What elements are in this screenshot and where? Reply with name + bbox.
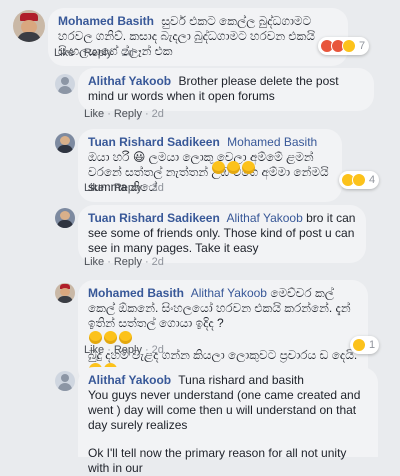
- comment-bubble: Tuan Rishard Sadikeen Alithaf Yakoob bro…: [78, 205, 366, 263]
- separator: ·: [107, 108, 111, 120]
- timestamp[interactable]: 2d: [152, 344, 164, 356]
- comment-actions: Like · Reply · 2d: [54, 47, 134, 59]
- timestamp[interactable]: 2d: [152, 182, 164, 194]
- laughing-emoji-icon: [119, 331, 132, 344]
- separator: ·: [144, 182, 149, 194]
- separator: ·: [114, 47, 119, 59]
- reaction-count: 7: [359, 40, 366, 52]
- inline-emoji-group: [211, 161, 256, 175]
- haha-reaction-icon: [352, 173, 366, 187]
- reply-link[interactable]: Reply: [114, 182, 142, 194]
- comment-author[interactable]: Alithaf Yakoob: [88, 74, 171, 88]
- comment-mention[interactable]: Alithaf Yakoob: [191, 286, 267, 300]
- separator: ·: [144, 256, 149, 268]
- comment-author[interactable]: Tuan Rishard Sadikeen: [88, 135, 220, 149]
- reply-link[interactable]: Reply: [114, 344, 142, 356]
- separator: ·: [107, 256, 111, 268]
- comment-actions: Like · Reply · 2d: [84, 108, 164, 120]
- comment-actions: Like · Reply · 2d: [84, 182, 164, 194]
- comment-actions: Like · Reply · 2d: [84, 256, 164, 268]
- laughing-emoji-icon: [104, 331, 117, 344]
- like-link[interactable]: Like: [84, 108, 104, 120]
- timestamp[interactable]: 2d: [122, 47, 134, 59]
- reaction-summary[interactable]: 4: [339, 171, 380, 189]
- separator: ·: [107, 344, 111, 356]
- comment-author[interactable]: Alithaf Yakoob: [88, 373, 171, 387]
- timestamp[interactable]: 2d: [152, 256, 164, 268]
- like-link[interactable]: Like: [84, 256, 104, 268]
- haha-reaction-icon: [352, 338, 366, 352]
- avatar[interactable]: [55, 371, 75, 391]
- comment-text: Tuna rishard and basith: [178, 373, 304, 387]
- separator: ·: [144, 344, 149, 356]
- reply-link[interactable]: Reply: [114, 108, 142, 120]
- avatar[interactable]: [55, 283, 75, 303]
- reaction-count: 1: [369, 339, 376, 351]
- comment-mention[interactable]: Mohamed Basith: [227, 135, 317, 149]
- comment-text-line-2: You guys never understand (one came crea…: [88, 388, 361, 432]
- laughing-emoji-icon: [212, 161, 225, 174]
- comment-author[interactable]: Tuan Rishard Sadikeen: [88, 211, 220, 225]
- laughing-emoji-icon: [242, 161, 255, 174]
- reaction-summary[interactable]: 1: [350, 336, 380, 354]
- comment-text-line-3: Ok I'll tell now the primary reason for …: [88, 446, 347, 475]
- like-link[interactable]: Like: [84, 182, 104, 194]
- separator: ·: [107, 182, 111, 194]
- reply-link[interactable]: Reply: [114, 256, 142, 268]
- comment-author[interactable]: Mohamed Basith: [58, 14, 154, 28]
- separator: ·: [144, 108, 149, 120]
- avatar[interactable]: [55, 208, 75, 228]
- separator: ·: [77, 47, 81, 59]
- comment-author[interactable]: Mohamed Basith: [88, 286, 184, 300]
- avatar[interactable]: [55, 133, 75, 153]
- avatar[interactable]: [13, 10, 45, 42]
- like-link[interactable]: Like: [54, 47, 74, 59]
- reaction-summary[interactable]: 7: [318, 37, 370, 55]
- comment-bubble: Alithaf Yakoob Brother please delete the…: [78, 68, 374, 111]
- reaction-count: 4: [369, 174, 376, 186]
- reply-link[interactable]: Reply: [84, 47, 112, 59]
- haha-reaction-icon: [342, 39, 356, 53]
- like-link[interactable]: Like: [84, 344, 104, 356]
- laughing-emoji-icon: [89, 331, 102, 344]
- comment-mention[interactable]: Alithaf Yakoob: [226, 211, 302, 225]
- timestamp[interactable]: 2d: [152, 108, 164, 120]
- comment-actions: Like · Reply · 2d: [84, 344, 164, 356]
- avatar[interactable]: [55, 74, 75, 94]
- laughing-emoji-icon: [227, 161, 240, 174]
